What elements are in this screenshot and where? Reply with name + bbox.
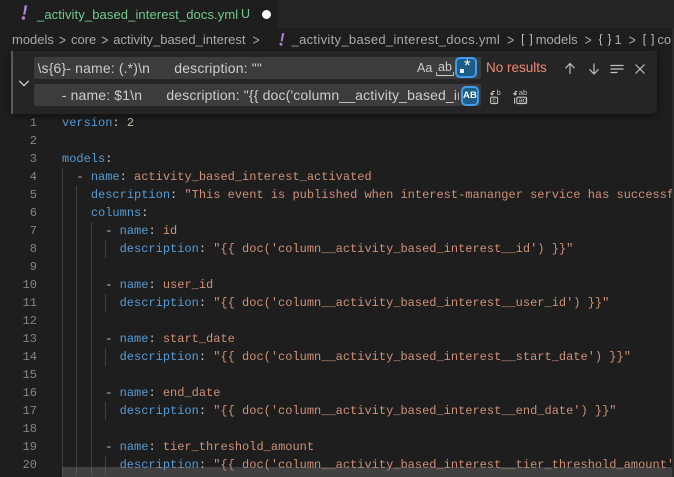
svg-text:b: b xyxy=(497,89,501,97)
svg-text:ac: ac xyxy=(519,96,527,105)
svg-text:c: c xyxy=(492,96,496,105)
